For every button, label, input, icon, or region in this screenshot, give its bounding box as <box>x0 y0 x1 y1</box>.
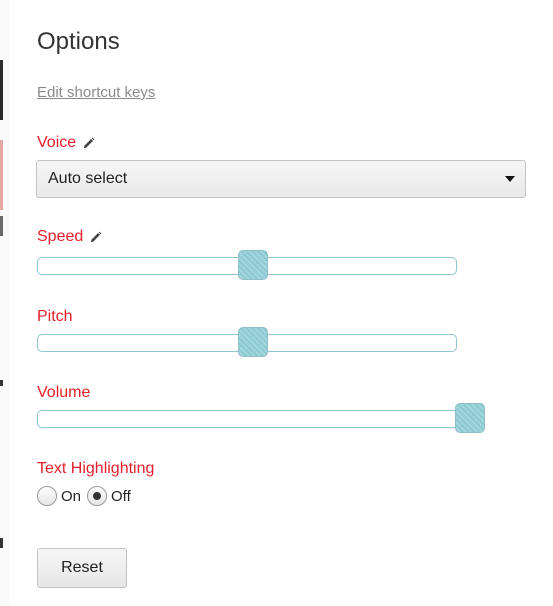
speed-label: Speed <box>37 228 84 245</box>
highlight-off-radio[interactable] <box>87 486 108 506</box>
pitch-slider[interactable] <box>37 327 457 357</box>
pencil-icon[interactable] <box>89 231 102 244</box>
volume-label: Volume <box>37 384 91 401</box>
volume-slider-thumb[interactable] <box>455 403 485 433</box>
speed-slider-thumb[interactable] <box>238 250 268 280</box>
page-title: Options <box>37 28 120 55</box>
adjacent-window-edge <box>0 0 10 606</box>
text-highlighting-radio-group: On Off <box>37 486 137 506</box>
highlight-on-radio[interactable] <box>37 486 57 506</box>
highlight-on-label[interactable]: On <box>61 488 81 505</box>
voice-label-row: Voice <box>37 134 95 152</box>
pitch-label: Pitch <box>37 308 73 325</box>
options-panel: Options Edit shortcut keys Voice Auto se… <box>0 0 553 606</box>
pitch-slider-thumb[interactable] <box>238 327 268 357</box>
voice-select[interactable]: Auto select <box>36 160 526 198</box>
edit-shortcut-keys-link[interactable]: Edit shortcut keys <box>37 84 155 101</box>
volume-slider[interactable] <box>37 403 485 433</box>
pencil-icon[interactable] <box>82 137 95 150</box>
highlight-off-label[interactable]: Off <box>111 488 131 505</box>
voice-label: Voice <box>37 134 77 151</box>
voice-select-value: Auto select <box>48 170 128 187</box>
text-highlighting-label: Text Highlighting <box>37 460 155 477</box>
reset-button[interactable]: Reset <box>37 548 127 588</box>
caret-down-icon <box>505 176 515 182</box>
speed-label-row: Speed <box>37 228 102 246</box>
speed-slider[interactable] <box>37 250 457 280</box>
